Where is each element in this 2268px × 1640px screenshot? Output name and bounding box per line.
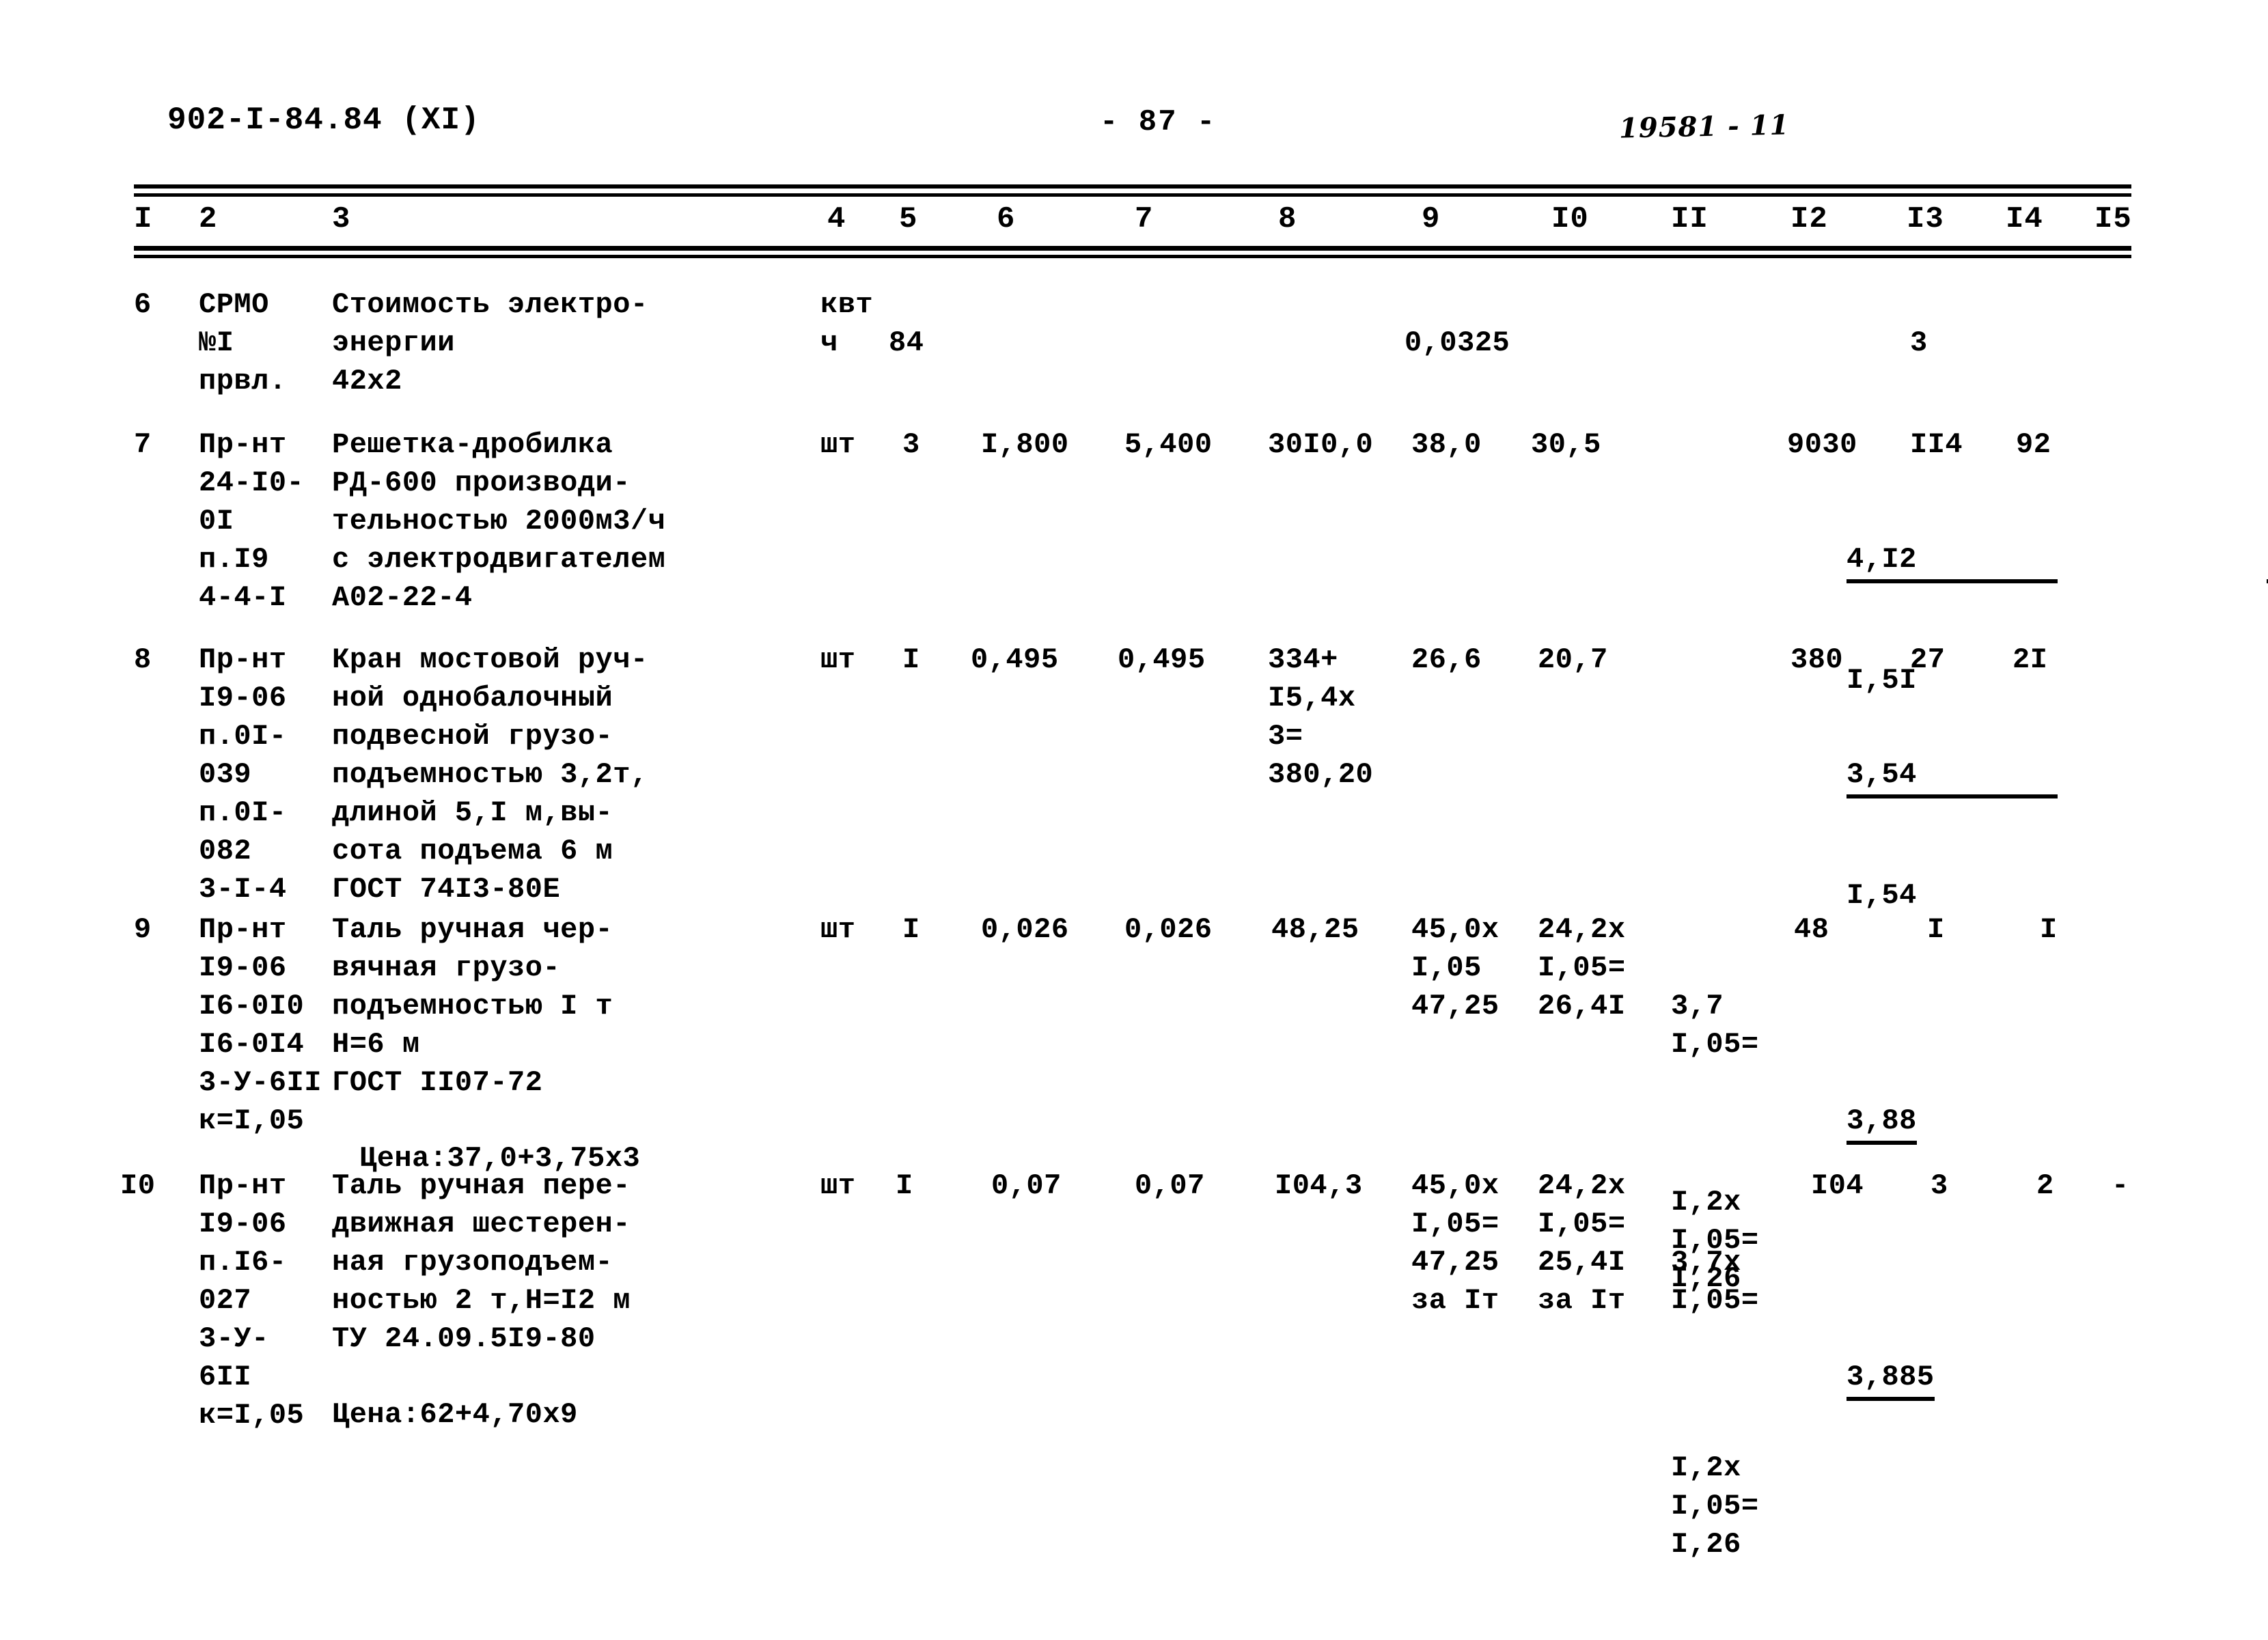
fraction-numerator: 3,54	[1847, 755, 2058, 798]
row-number: 9	[134, 913, 152, 946]
row-col5: I	[902, 913, 920, 946]
page-header: 902-I-84.84 (XI) - 87 - 19581 - 11	[0, 102, 2268, 150]
table-top-rule	[134, 184, 2131, 189]
column-header-2: 2	[199, 202, 218, 236]
row-unit: шт	[820, 643, 856, 676]
col11-bottom: I,2х I,05= I,26	[1671, 1451, 1759, 1561]
row-col9: 45,0х I,05= 47,25 за Iт	[1411, 1169, 1499, 1317]
column-header-5: 5	[899, 202, 918, 236]
row-col5: 3	[902, 428, 920, 461]
row-col13: 27	[1910, 643, 1946, 676]
row-col6: 0,026	[981, 913, 1069, 946]
row-col12: I04	[1811, 1169, 1864, 1202]
row-number: 8	[134, 643, 152, 676]
row-col5: I	[902, 643, 920, 676]
row-col7: 0,07	[1135, 1169, 1205, 1202]
column-header-8: 8	[1278, 202, 1297, 236]
col11-underlined-value: 3,885	[1847, 1358, 1935, 1401]
row-code: СРМО №I првл.	[199, 288, 287, 398]
row-description: Кран мостовой руч- ной однобалочный подв…	[332, 643, 648, 906]
row-col8: 30I0,0	[1268, 428, 1374, 461]
row-col7: 5,400	[1124, 428, 1213, 461]
col11-underlined-value: 3,88	[1847, 1102, 1917, 1145]
column-header-6: 6	[997, 202, 1016, 236]
column-header-12: I2	[1790, 202, 1828, 236]
row-col13: 3	[1931, 1169, 1948, 1202]
row-unit: шт	[820, 428, 856, 461]
row-col8: I04,3	[1275, 1169, 1363, 1202]
row-col13: I	[1927, 913, 1945, 946]
row-col6: 0,495	[971, 643, 1059, 676]
column-header-7: 7	[1135, 202, 1154, 236]
row-col15: -	[2112, 1169, 2129, 1202]
column-header-9: 9	[1422, 202, 1441, 236]
row-col14: 2	[2036, 1169, 2054, 1202]
row-col10: 24,2х I,05= 25,4I за Iт	[1538, 1169, 1626, 1317]
row-description: Таль ручная пере- движная шестерен- ная …	[332, 1169, 631, 1355]
scanned-document-page: 902-I-84.84 (XI) - 87 - 19581 - 11 I 2 3…	[0, 0, 2268, 1574]
row-description-extra: Цена:62+4,70х9	[332, 1398, 578, 1431]
col11-top: 3,7х I,05=	[1671, 1246, 1759, 1317]
row-col10: 20,7	[1538, 643, 1608, 676]
row-col7: 0,495	[1118, 643, 1206, 676]
col11-top: 3,7 I,05=	[1671, 990, 1759, 1061]
row-description: Решетка-дробилка РД-600 производи- тельн…	[332, 428, 666, 614]
row-description: Стоимость электро- энергии 42х2	[332, 288, 648, 398]
column-header-14: I4	[2006, 202, 2043, 236]
fraction-numerator: 4,I2	[1847, 540, 2058, 583]
document-code: 902-I-84.84 (XI)	[167, 102, 480, 138]
row-col14: 2I	[2013, 643, 2048, 676]
column-header-row: I 2 3 4 5 6 7 8 9 I0 II I2 I3 I4 I5	[134, 197, 2131, 246]
row-col12: 48	[1794, 913, 1829, 946]
row-col9: 45,0х I,05 47,25	[1411, 913, 1499, 1023]
row-col12: 9030	[1787, 428, 1857, 461]
row-col8: 334+ I5,4х 3= 380,20	[1268, 643, 1374, 791]
row-unit: шт	[820, 1169, 856, 1202]
row-col10: 30,5	[1531, 428, 1601, 461]
column-header-1: I	[134, 202, 153, 236]
row-col9: 26,6	[1411, 643, 1482, 676]
column-header-15: I5	[2094, 202, 2132, 236]
row-col5: 84	[889, 326, 924, 359]
row-col7: 0,026	[1124, 913, 1213, 946]
column-header-11: II	[1671, 202, 1709, 236]
row-code: Пр-нт I9-06 I6-0I0 I6-0I4 3-У-6II к=I,05	[199, 913, 322, 1137]
column-header-13: I3	[1907, 202, 1944, 236]
row-col9: 38,0	[1411, 428, 1482, 461]
fraction-denominator: I,54	[1847, 879, 1917, 912]
row-col14: 92	[2016, 428, 2051, 461]
table-body: 6 СРМО №I првл. Стоимость электро- энерг…	[120, 258, 2268, 1561]
row-col11: 3,7х I,05= 3,885 I,2х I,05= I,26	[1671, 1167, 1935, 1640]
row-unit: квт ч	[820, 288, 874, 359]
row-col6: I,800	[981, 428, 1069, 461]
column-header-10: I0	[1551, 202, 1589, 236]
row-col12: 380	[1790, 643, 1844, 676]
row-col14: I	[2040, 913, 2058, 946]
row-col8: 48,25	[1271, 913, 1359, 946]
row-unit: шт	[820, 913, 856, 946]
row-col5: I	[896, 1169, 913, 1202]
row-code: Пр-нт I9-06 п.I6- 027 3-У- 6II к=I,05	[199, 1169, 305, 1432]
row-col6: 0,07	[991, 1169, 1062, 1202]
row-number: 7	[134, 428, 152, 461]
row-number: I0	[120, 1169, 156, 1202]
column-header-3: 3	[332, 202, 351, 236]
row-number: 6	[134, 288, 152, 321]
specification-table: I 2 3 4 5 6 7 8 9 I0 II I2 I3 I4 I5 6 СР…	[120, 184, 2268, 1561]
row-col15: I -	[2108, 911, 2268, 1299]
header-bottom-rule	[134, 246, 2131, 251]
row-code: Пр-нт I9-06 п.0I- 039 п.0I- 082 3-I-4	[199, 643, 287, 906]
row-col9: 0,0325	[1405, 326, 1510, 359]
row-col13: 3	[1910, 326, 1928, 359]
handwritten-annotation: 19581 - 11	[1618, 109, 1790, 145]
row-code: Пр-нт 24-I0- 0I п.I9 4-4-I	[199, 428, 305, 614]
row-col13: II4	[1910, 428, 1963, 461]
column-header-4: 4	[827, 202, 846, 236]
row-col10: 24,2х I,05= 26,4I	[1538, 913, 1626, 1023]
page-number: - 87 -	[1100, 105, 1217, 139]
row-description: Таль ручная чер- вячная грузо- подъемнос…	[332, 913, 613, 1099]
